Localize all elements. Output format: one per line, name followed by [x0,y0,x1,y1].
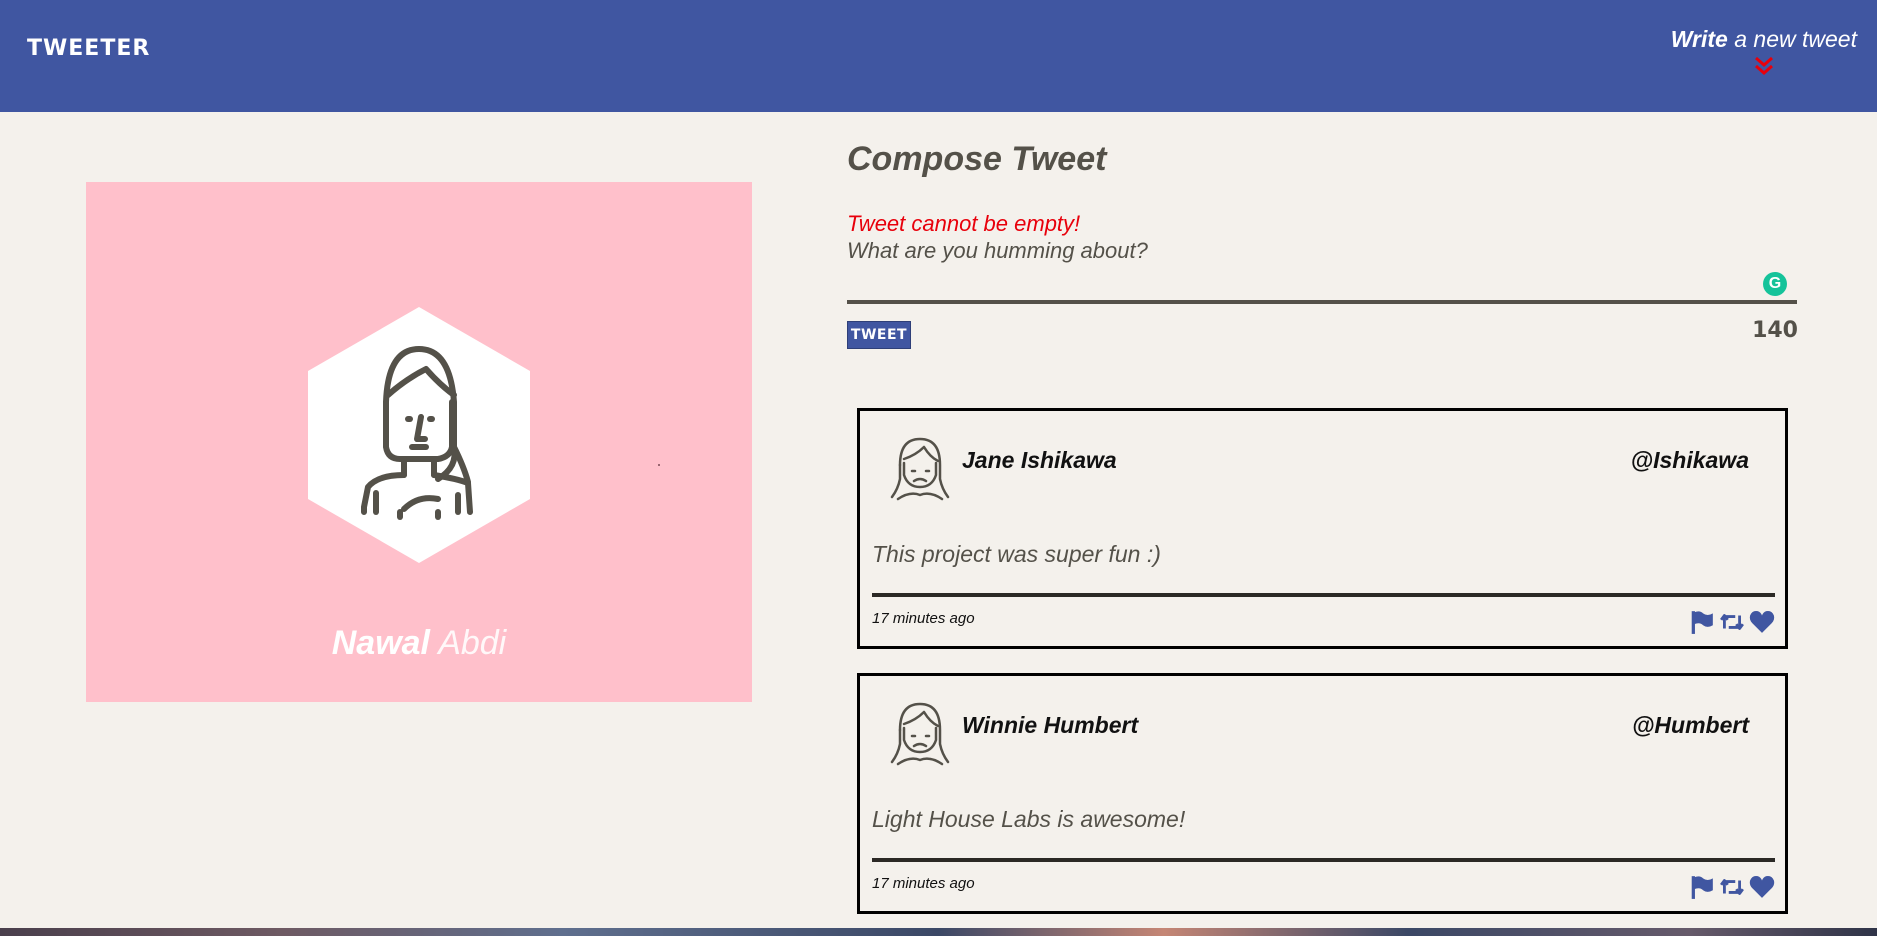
retweet-icon[interactable] [1719,609,1745,635]
tweet-author-handle: @Humbert [1632,712,1749,738]
tweet-divider [872,593,1775,597]
double-chevron-down-icon [1754,56,1773,75]
write-bold: Write [1670,26,1728,52]
tweet-card: Jane Ishikawa @Ishikawa This project was… [857,408,1788,649]
top-navbar: TWEETER Write a new tweet [0,0,1877,112]
tweet-divider [872,858,1775,862]
profile-first-name: Nawal [331,624,430,662]
heart-icon[interactable] [1749,609,1775,635]
profile-name: Nawal Abdi [86,624,752,663]
flag-icon[interactable] [1689,609,1715,635]
write-rest: a new tweet [1734,26,1857,52]
retweet-icon[interactable] [1719,874,1745,900]
tweet-content: This project was super fun :) [872,541,1161,567]
grammarly-icon[interactable]: G [1763,272,1787,296]
brand-logo[interactable]: TWEETER [27,36,150,61]
decorative-dot [658,464,660,466]
tweet-actions [1689,874,1775,900]
write-link-text: Write a new tweet [1671,26,1857,52]
user-avatar-icon [890,437,950,501]
write-new-tweet-link[interactable]: Write a new tweet [1671,26,1857,77]
user-profile-card: Nawal Abdi [86,182,752,702]
tweet-timestamp: 17 minutes ago [872,610,975,627]
tweet-submit-button[interactable]: TWEET [847,321,911,349]
tweet-content: Light House Labs is awesome! [872,806,1186,832]
profile-avatar [308,307,530,563]
character-counter: 140 [1752,318,1798,343]
tweet-actions [1689,609,1775,635]
tweet-author-name: Jane Ishikawa [962,447,1117,473]
user-avatar-icon [890,702,950,766]
error-message: Tweet cannot be empty! [847,211,1081,236]
tweet-author-handle: @Ishikawa [1630,447,1749,473]
profile-last-name: Abdi [438,624,507,662]
compose-title: Compose Tweet [847,140,1107,178]
heart-icon[interactable] [1749,874,1775,900]
tweet-author-name: Winnie Humbert [962,712,1139,738]
tweet-input[interactable] [847,238,1797,304]
tweet-card: Winnie Humbert @Humbert Light House Labs… [857,673,1788,914]
female-avatar-icon [308,307,530,563]
flag-icon[interactable] [1689,874,1715,900]
tweet-timestamp: 17 minutes ago [872,875,975,892]
desktop-wallpaper-strip [0,928,1877,936]
